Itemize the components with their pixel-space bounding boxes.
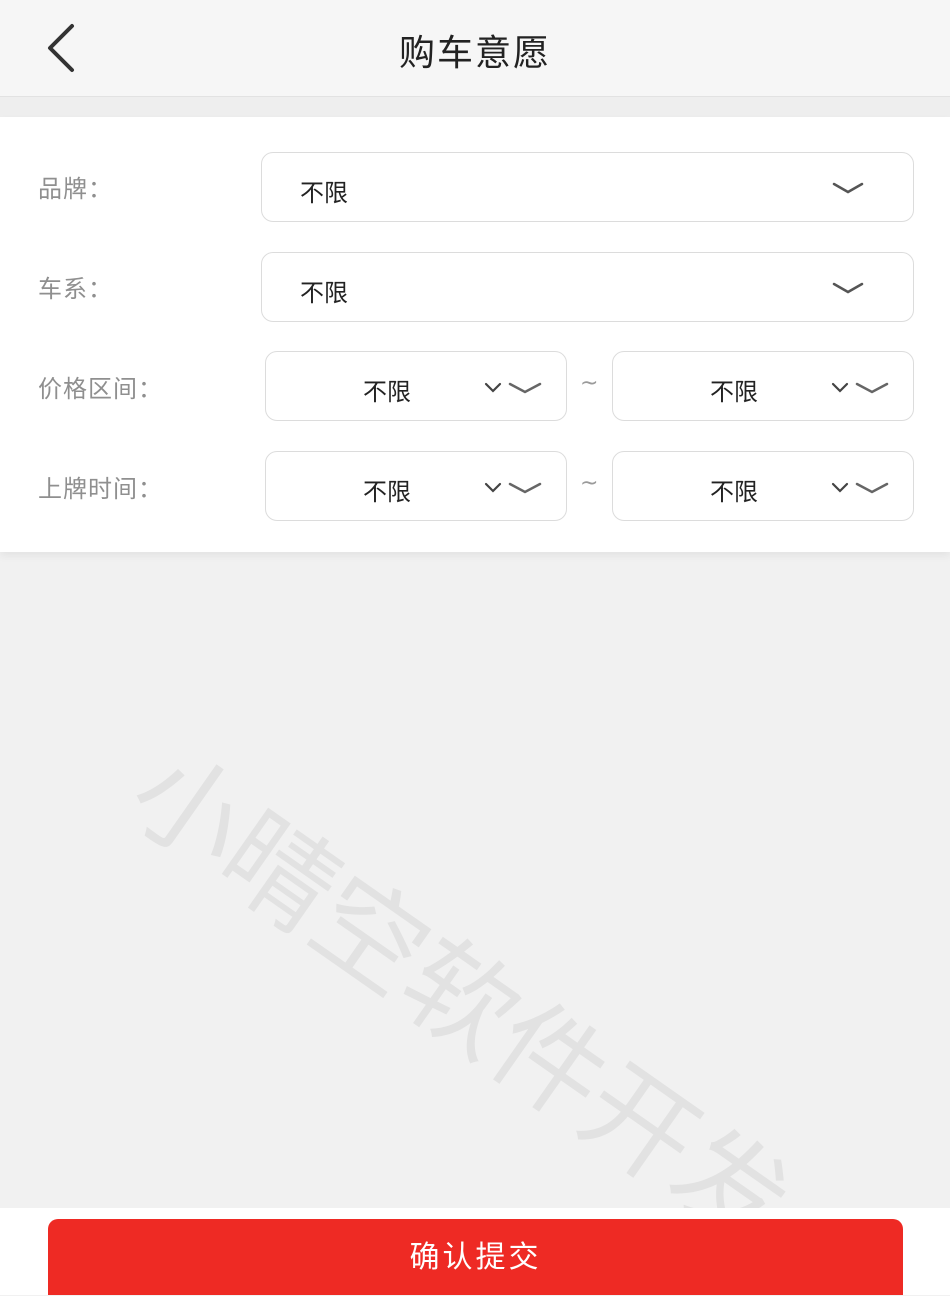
- submit-button[interactable]: 确认提交: [48, 1219, 903, 1295]
- plate-time-separator: ~: [580, 471, 599, 496]
- chevron-down-icon: [484, 382, 542, 394]
- price-from-select[interactable]: 不限: [265, 351, 567, 421]
- plate-time-to-value: 不限: [710, 478, 758, 506]
- price-range-label: 价格区间：: [38, 375, 163, 403]
- chevron-down-icon: [831, 382, 889, 394]
- header-divider: [0, 97, 950, 117]
- plate-time-from-value: 不限: [363, 478, 411, 506]
- brand-select-value: 不限: [300, 179, 348, 207]
- price-from-value: 不限: [363, 378, 411, 406]
- brand-select[interactable]: 不限: [261, 152, 914, 222]
- chevron-down-icon: [832, 182, 864, 194]
- chevron-down-icon: [831, 482, 889, 494]
- price-to-value: 不限: [710, 378, 758, 406]
- plate-time-to-select[interactable]: 不限: [612, 451, 914, 521]
- page-title: 购车意愿: [398, 33, 551, 74]
- plate-time-from-select[interactable]: 不限: [265, 451, 567, 521]
- chevron-down-icon: [484, 482, 542, 494]
- price-to-select[interactable]: 不限: [612, 351, 914, 421]
- series-label: 车系：: [38, 275, 113, 303]
- watermark-text: 小晴空软件开发: [107, 725, 812, 1273]
- series-select[interactable]: 不限: [261, 252, 914, 322]
- purchase-intent-form: 品牌： 不限 车系： 不限 价格区间： 不限 ~ 不限 上牌时间： 不限 ~ 不…: [0, 117, 950, 552]
- chevron-down-icon: [832, 282, 864, 294]
- brand-label: 品牌：: [38, 175, 113, 203]
- price-range-separator: ~: [580, 371, 599, 396]
- series-select-value: 不限: [300, 279, 348, 307]
- top-nav-bar: 购车意愿: [0, 0, 950, 97]
- plate-time-label: 上牌时间：: [38, 475, 163, 503]
